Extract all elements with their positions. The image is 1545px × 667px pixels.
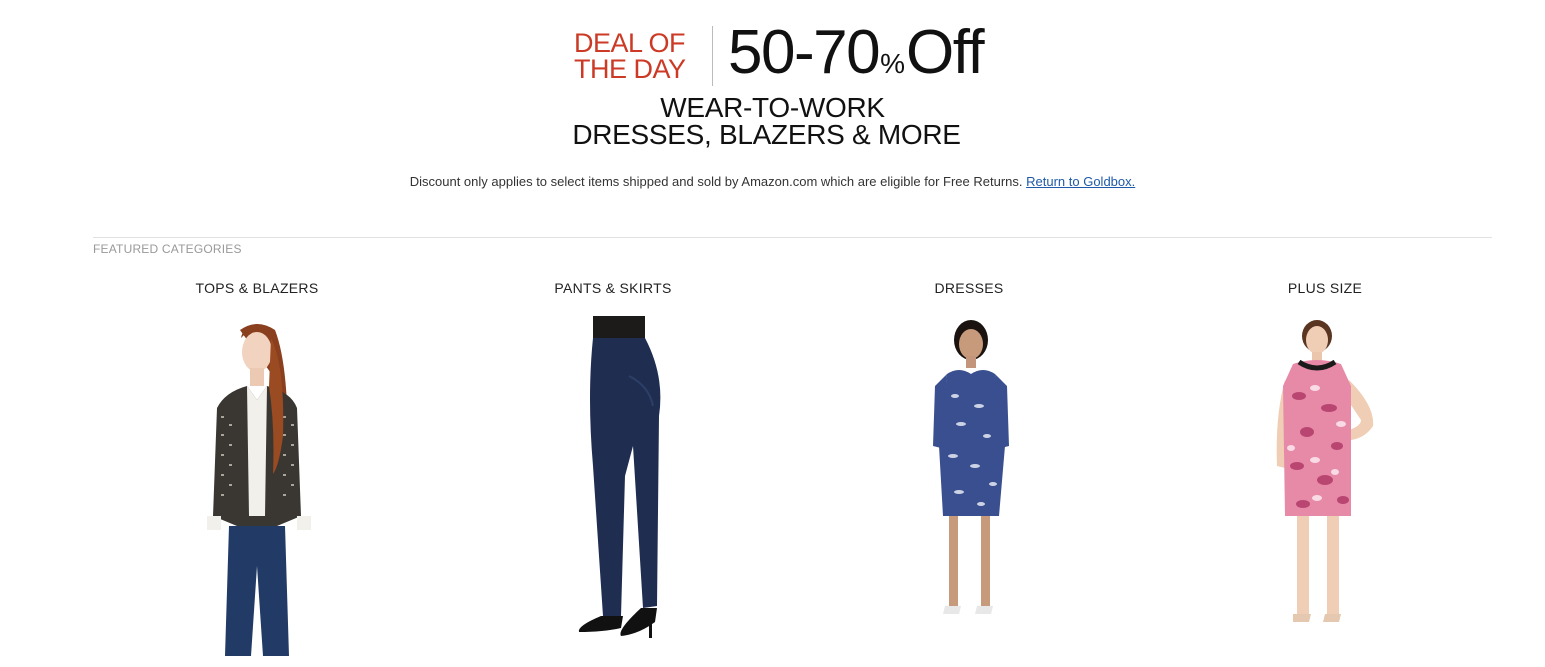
subhead-line-2: DRESSES, BLAZERS & MORE bbox=[572, 119, 961, 150]
category-tops-blazers[interactable]: TOPS & BLAZERS bbox=[97, 280, 417, 660]
disclaimer-text: Discount only applies to select items sh… bbox=[409, 174, 1023, 189]
model-dress-image[interactable] bbox=[809, 316, 1129, 656]
category-plus-size[interactable]: PLUS SIZE bbox=[1165, 280, 1485, 660]
deal-line-2: THE DAY bbox=[574, 54, 686, 84]
category-pants-skirts[interactable]: PANTS & SKIRTS bbox=[453, 280, 773, 660]
off-label: Off bbox=[905, 18, 985, 87]
model-plus-size-dress-image[interactable] bbox=[1165, 316, 1485, 656]
category-title: PLUS SIZE bbox=[1287, 280, 1363, 296]
discount-headline: 50-70%Off bbox=[728, 18, 985, 97]
model-pants-image[interactable] bbox=[453, 316, 773, 656]
banner-divider bbox=[712, 26, 713, 86]
category-dresses[interactable]: DRESSES bbox=[809, 280, 1129, 660]
model-blazer-image[interactable] bbox=[97, 316, 417, 656]
discount-range: 50-70 bbox=[728, 18, 881, 87]
section-divider bbox=[93, 237, 1492, 238]
featured-categories-heading: FEATURED CATEGORIES bbox=[93, 242, 242, 256]
category-title: DRESSES bbox=[934, 280, 1004, 296]
category-title: TOPS & BLAZERS bbox=[195, 280, 319, 296]
percent-symbol: % bbox=[880, 48, 905, 79]
category-title: PANTS & SKIRTS bbox=[554, 280, 672, 296]
deal-line-1: DEAL OF bbox=[574, 28, 686, 58]
promo-subheading: WEAR-TO-WORK DRESSES, BLAZERS & MORE bbox=[0, 92, 1545, 150]
deal-of-the-day-logo: DEAL OF THE DAY bbox=[574, 28, 686, 84]
discount-disclaimer: Discount only applies to select items sh… bbox=[0, 174, 1545, 189]
subhead-line-1: WEAR-TO-WORK bbox=[660, 92, 885, 123]
return-to-goldbox-link[interactable]: Return to Goldbox. bbox=[1026, 174, 1135, 189]
deal-of-the-day-banner: DEAL OF THE DAY 50-70%Off bbox=[574, 20, 1034, 90]
